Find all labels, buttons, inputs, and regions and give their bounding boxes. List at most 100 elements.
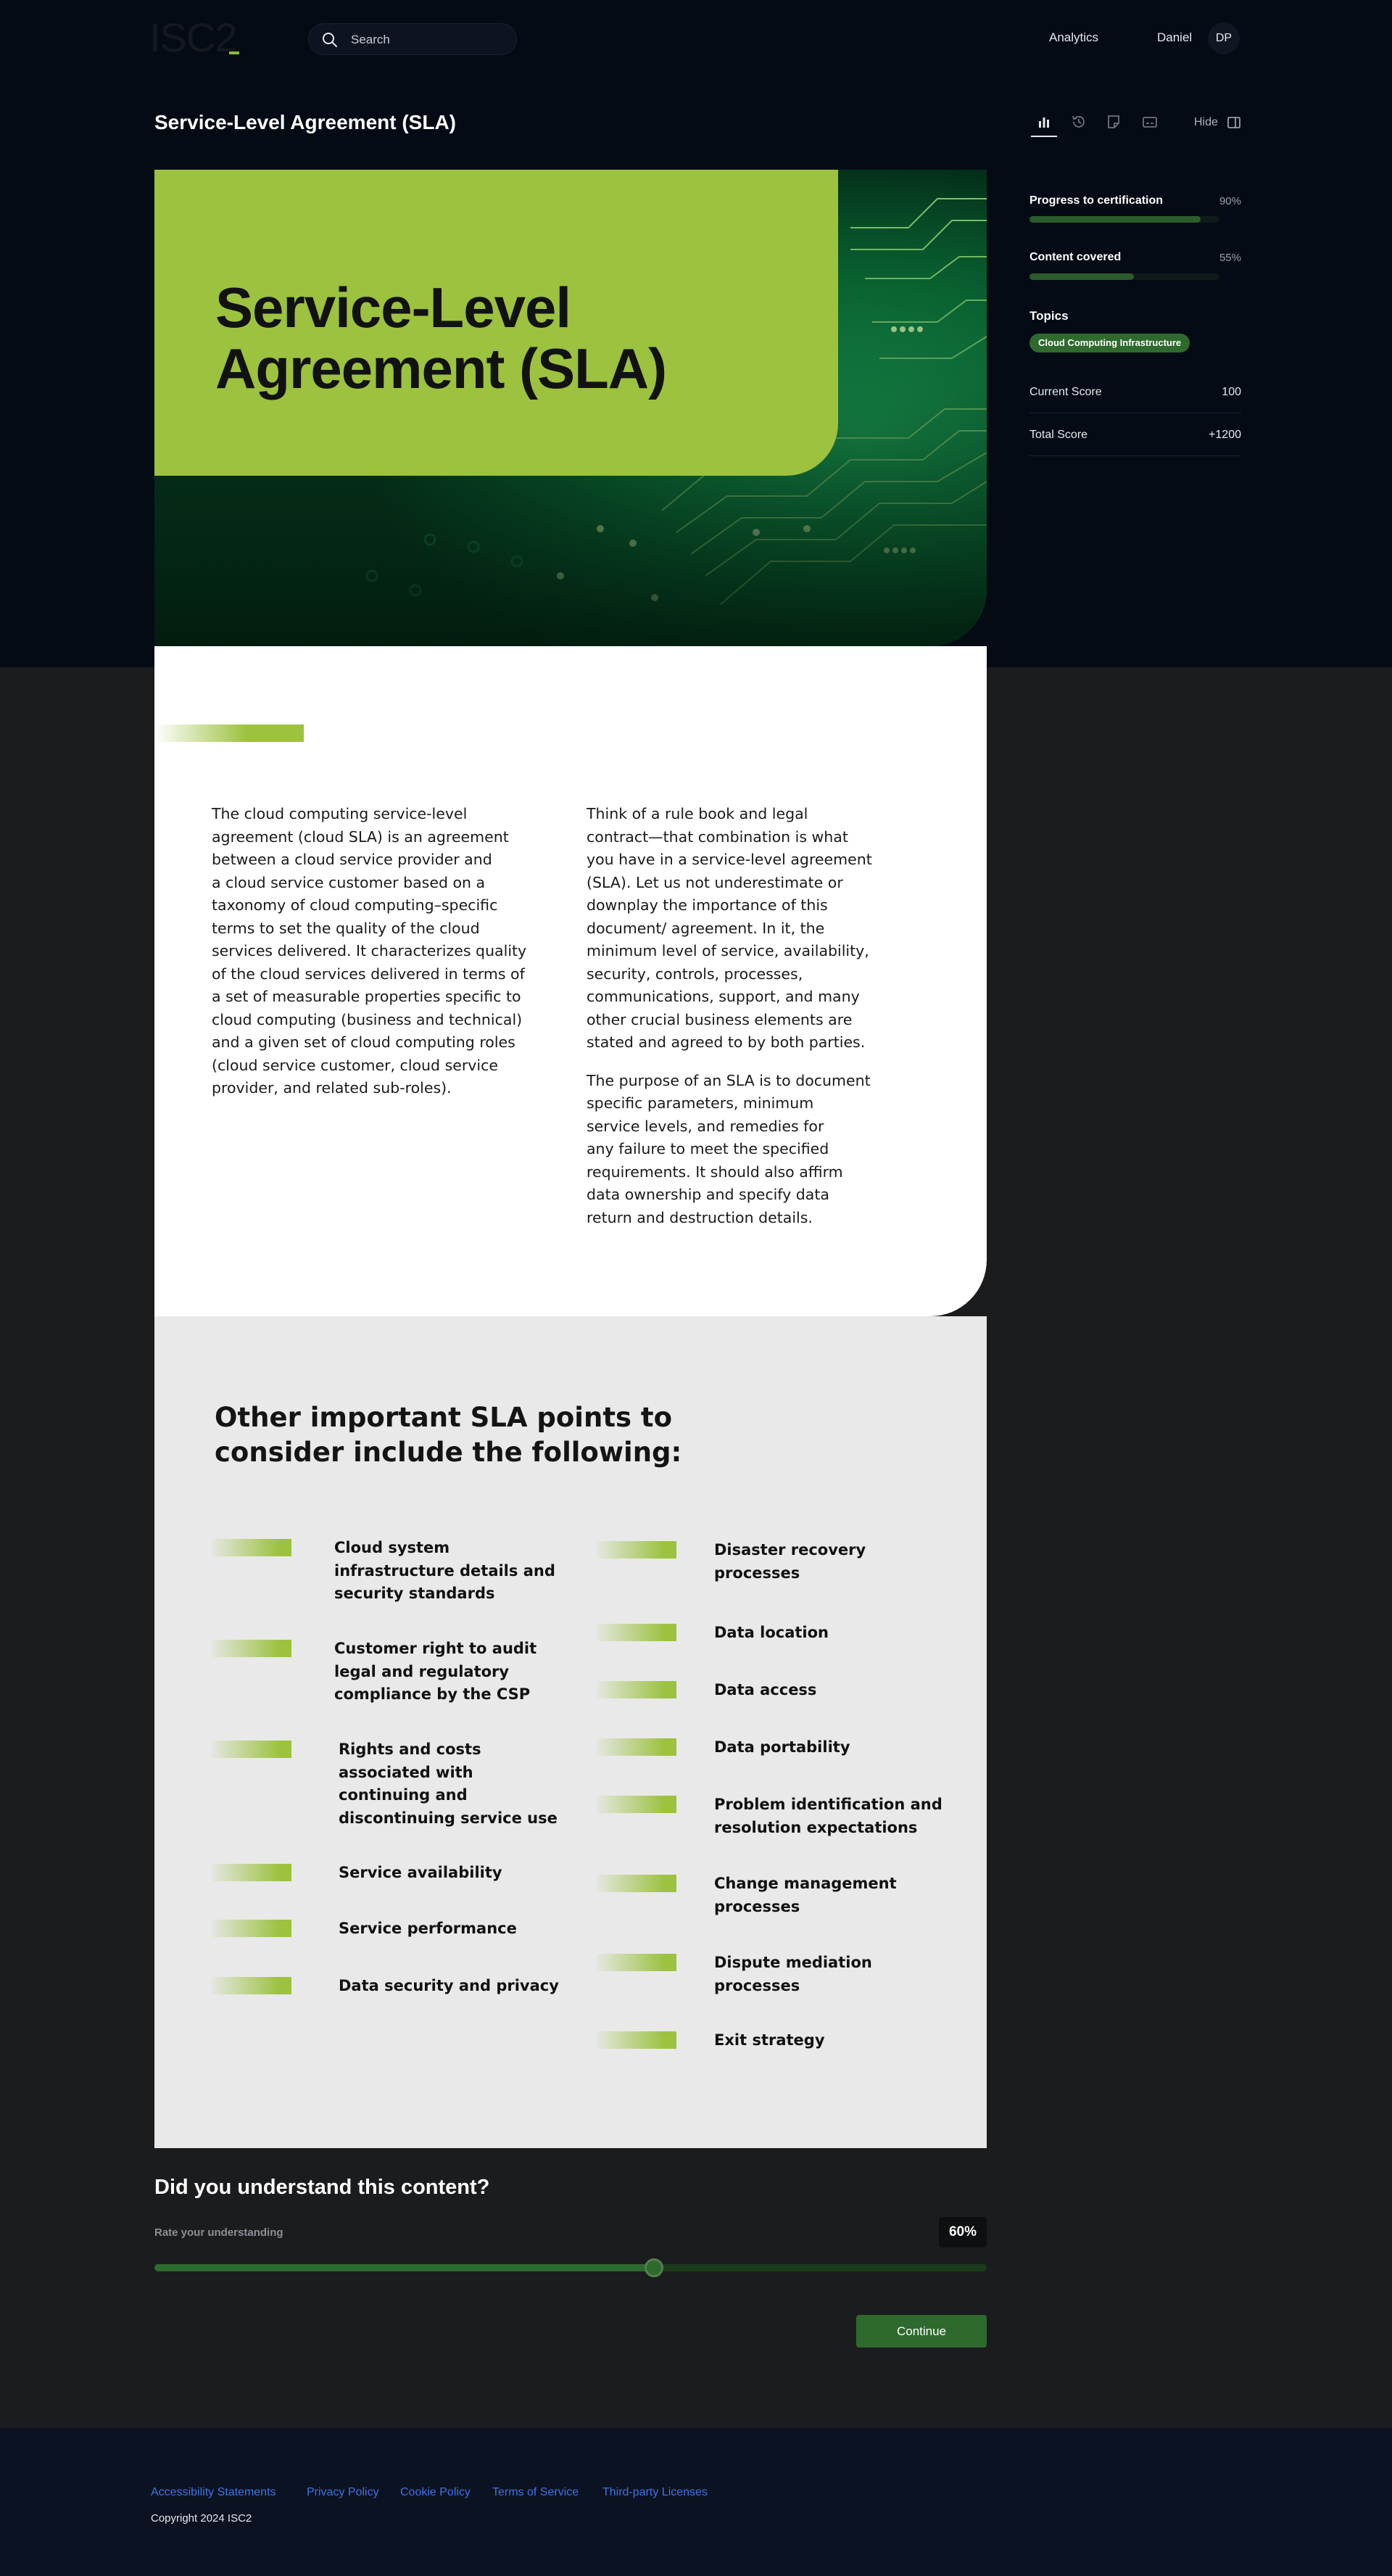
footer: Accessibility Statements Privacy Policy … (0, 2428, 1392, 2576)
sidebar-toggle-icon[interactable] (1227, 115, 1241, 130)
content-covered-label: Content covered (1030, 251, 1122, 263)
footer-link-licenses[interactable]: Third-party Licenses (602, 2486, 708, 2499)
point-text-line: processes (714, 1564, 800, 1582)
point-text-line: Data location (714, 1624, 829, 1641)
note-icon[interactable] (1105, 113, 1122, 131)
point-accent-bar (597, 1875, 676, 1892)
point-text-line: Problem identification and (714, 1796, 942, 1813)
point-accent-bar (597, 1954, 676, 1971)
paragraph-line: any failure to meet the specified (587, 1140, 829, 1157)
active-tab-indicator (1031, 136, 1057, 137)
topic-tag[interactable]: Cloud Computing Infrastructure (1030, 334, 1190, 352)
paragraph-line: (cloud service customer, cloud service (212, 1056, 499, 1074)
point-text: Data security and privacy (339, 1975, 559, 1998)
point-text-line: Service availability (339, 1864, 502, 1881)
point-text: Rights and costs associated with continuin… (339, 1738, 558, 1830)
point-accent-bar (597, 1681, 676, 1698)
intro-paragraph-left: The cloud computing service-level agreeme… (212, 803, 531, 1100)
point-text-line: Service performance (339, 1920, 517, 1937)
total-score-row: Total Score +1200 (1030, 414, 1241, 456)
points-heading-line: Other important SLA points to (215, 1402, 673, 1433)
progress-value: 90% (1219, 195, 1241, 207)
paragraph-line: agreement (cloud SLA) is an agreement (212, 827, 509, 846)
point-text: Problem identification and resolution exp… (714, 1793, 942, 1839)
captions-icon[interactable] (1141, 113, 1159, 131)
history-icon[interactable] (1070, 113, 1088, 131)
point-text-line: Change management (714, 1875, 897, 1892)
rate-label: Rate your understanding (154, 2226, 283, 2239)
total-score-label: Total Score (1030, 429, 1088, 441)
point-text: Data portability (714, 1736, 850, 1759)
paragraph-line: and a given set of cloud computing roles (212, 1033, 515, 1051)
points-heading-line: consider include the following: (215, 1437, 682, 1468)
point-text-line: Data access (714, 1681, 817, 1698)
point-text-line: Disaster recovery (714, 1541, 866, 1559)
paragraph-line: return and destruction details. (587, 1208, 813, 1226)
point-text: Service performance (339, 1917, 517, 1941)
paragraph-line: of the cloud services delivered in terms… (212, 965, 525, 983)
user-name[interactable]: Daniel (1157, 30, 1192, 45)
progress-bar (1030, 216, 1219, 223)
point-text: Disaster recovery processes (714, 1539, 866, 1585)
point-text-line: Data portability (714, 1738, 850, 1756)
paragraph-line: requirements. It should also affirm (587, 1163, 843, 1181)
paragraph-line: cloud computing (business and technical) (212, 1010, 523, 1028)
slider-fill (154, 2264, 654, 2271)
paragraph-line: you have in a service-level agreement (587, 851, 872, 868)
slider-handle[interactable] (644, 2258, 663, 2277)
paragraph-line: services delivered. It characterizes qua… (212, 942, 527, 959)
point-accent-bar (212, 1977, 291, 1994)
point-text: Change management processes (714, 1873, 897, 1918)
point-accent-bar (597, 1738, 676, 1756)
avatar[interactable]: DP (1208, 22, 1240, 54)
paragraph-line: a cloud service customer based on a (212, 873, 486, 891)
total-score-value: +1200 (1209, 429, 1241, 441)
point-accent-bar (597, 1541, 676, 1559)
sla-points-card: Other important SLA points to consider i… (154, 1316, 987, 2148)
paragraph-line: other crucial business elements are (587, 1010, 853, 1028)
paragraph-line: specific parameters, minimum (587, 1094, 814, 1112)
point-text-line: security standards (334, 1585, 495, 1602)
chart-icon[interactable] (1035, 113, 1053, 131)
paragraph-line: stated and agreed to by both parties. (587, 1033, 866, 1051)
current-score-label: Current Score (1030, 386, 1102, 398)
point-text-line: resolution expectations (714, 1818, 918, 1836)
point-text-line: Data security and privacy (339, 1977, 559, 1994)
search-icon (323, 33, 337, 47)
search-input[interactable]: Search (308, 23, 517, 55)
copyright: Copyright 2024 ISC2 (151, 2512, 252, 2525)
paragraph-line: minimum level of service, availability, (587, 942, 869, 959)
hero-title-line: Service-Level (215, 276, 571, 339)
paragraph-line: data ownership and specify data (587, 1186, 829, 1203)
paragraph-line: (SLA). Let us not underestimate or (587, 873, 843, 891)
nav-analytics-link[interactable]: Analytics (1049, 30, 1098, 45)
isc2-logo[interactable]: ISC2 (149, 17, 237, 58)
hero-title-line: Agreement (SLA) (215, 337, 667, 400)
paragraph-line: service levels, and remedies for (587, 1117, 824, 1135)
understanding-slider[interactable] (154, 2258, 987, 2277)
paragraph-line: communications, support, and many (587, 988, 860, 1005)
current-score-value: 100 (1222, 386, 1241, 398)
point-text-line: processes (714, 1897, 800, 1915)
paragraph-line: a set of measurable properties specific … (212, 988, 521, 1005)
point-text-line: legal and regulatory (334, 1662, 510, 1680)
paragraph-line: provider, and related sub-roles). (212, 1079, 452, 1097)
point-text-line: processes (714, 1976, 800, 1994)
point-text-line: Cloud system (334, 1539, 450, 1556)
footer-link-terms[interactable]: Terms of Service (492, 2486, 579, 2499)
point-text-line: Rights and costs (339, 1741, 481, 1758)
current-score-row: Current Score 100 (1030, 371, 1241, 413)
intro-card: The cloud computing service-level agreeme… (154, 646, 987, 1316)
footer-link-accessibility[interactable]: Accessibility Statements (151, 2486, 276, 2499)
point-text-line: Exit strategy (714, 2031, 825, 2049)
point-text: Data location (714, 1622, 829, 1645)
point-accent-bar (212, 1640, 291, 1657)
accent-bar (154, 724, 304, 742)
continue-button[interactable]: Continue (856, 2315, 987, 2348)
footer-link-privacy[interactable]: Privacy Policy (307, 2486, 379, 2499)
hero-title: Service-Level Agreement (SLA) (215, 276, 667, 400)
footer-link-cookies[interactable]: Cookie Policy (400, 2486, 471, 2499)
point-text-line: Dispute mediation (714, 1954, 872, 1971)
hide-sidebar-button[interactable]: Hide (1194, 116, 1218, 129)
point-text-line: Customer right to audit (334, 1640, 537, 1657)
